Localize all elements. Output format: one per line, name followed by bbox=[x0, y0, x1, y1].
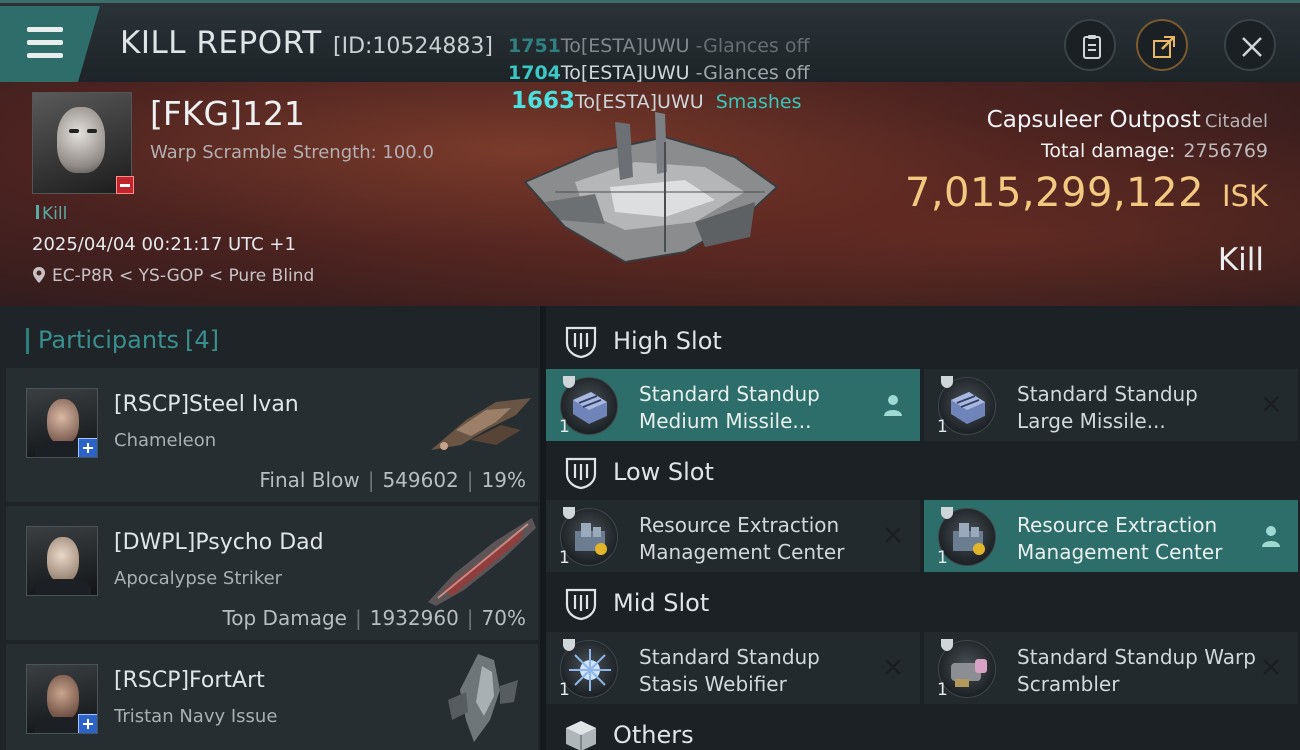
others-header: Others bbox=[546, 704, 1300, 750]
structure-module-icon bbox=[563, 639, 575, 651]
module-name: Standard Standup Medium Missile... bbox=[639, 382, 820, 433]
damage-log-entry: 1751To[ESTA]UWU -Glances off bbox=[508, 35, 810, 57]
module-slot[interactable]: 1 Resource Extraction Management Center bbox=[924, 500, 1298, 572]
participant-ship: Tristan Navy Issue bbox=[114, 706, 278, 727]
kill-result: Kill bbox=[1217, 242, 1264, 278]
participant-portrait bbox=[26, 664, 98, 734]
structure-module-icon bbox=[941, 376, 953, 388]
victim-name[interactable]: [FKG]121 bbox=[150, 94, 305, 133]
menu-icon bbox=[27, 53, 63, 58]
destroyed-x-icon bbox=[885, 527, 901, 543]
destroyed-x-icon bbox=[1263, 659, 1279, 675]
damage-log-entry: 1663To[ESTA]UWU Smashes bbox=[511, 88, 802, 114]
page-title: KILL REPORT bbox=[120, 25, 322, 61]
participant-portrait bbox=[26, 526, 98, 596]
hostile-badge-icon bbox=[116, 176, 134, 194]
participant-name: [RSCP]Steel Ivan bbox=[114, 392, 299, 417]
module-slot[interactable]: 1 Standard Standup Warp Scrambler bbox=[924, 632, 1298, 704]
person-icon bbox=[884, 395, 902, 416]
participant-ship: Apocalypse Striker bbox=[114, 568, 283, 589]
structure-module-icon bbox=[941, 639, 953, 651]
total-damage: Total damage: 2756769 bbox=[1040, 140, 1268, 162]
module-quantity: 1 bbox=[559, 548, 570, 568]
clipboard-button[interactable] bbox=[1064, 19, 1116, 71]
structure-module-icon bbox=[563, 376, 575, 388]
participant-portrait bbox=[26, 388, 98, 458]
module-slot[interactable]: 1 Standard Standup Large Missile... bbox=[924, 369, 1298, 441]
module-quantity: 1 bbox=[559, 417, 570, 437]
header-bar: KILL REPORT [ID:10524883] 1751To[ESTA]UW… bbox=[0, 0, 1300, 84]
low-slot-header: Low Slot bbox=[546, 441, 1300, 501]
friendly-badge-icon bbox=[78, 714, 97, 733]
menu-icon bbox=[27, 27, 63, 32]
destroyed-x-icon bbox=[1263, 396, 1279, 412]
menu-button[interactable] bbox=[0, 6, 100, 82]
module-name: Resource Extraction Management Center bbox=[639, 513, 845, 564]
module-name: Standard Standup Large Missile... bbox=[1017, 382, 1198, 433]
isk-value: 7,015,299,122 ISK bbox=[904, 170, 1268, 216]
ship-image bbox=[448, 654, 518, 742]
module-name: Standard Standup Stasis Webifier bbox=[639, 645, 820, 696]
fitting-panel: High Slot 1 Standard Standup Medium Miss… bbox=[546, 306, 1300, 750]
kill-datetime: 2025/04/04 00:21:17 UTC +1 bbox=[32, 234, 296, 255]
structure-name: Capsuleer Outpost Citadel bbox=[986, 107, 1268, 133]
mid-slot-icon bbox=[565, 588, 597, 621]
warp-scramble-strength: Warp Scramble Strength: 100.0 bbox=[150, 142, 434, 163]
module-quantity: 1 bbox=[937, 548, 948, 568]
person-icon bbox=[1262, 526, 1280, 547]
victim-panel: 1663To[ESTA]UWU Smashes [FKG]121 Warp Sc… bbox=[0, 82, 1300, 306]
kill-tag: Kill bbox=[36, 204, 67, 224]
citadel-structure-image bbox=[523, 112, 779, 264]
destroyed-x-icon bbox=[885, 659, 901, 675]
participants-panel: Participants [4] [RSCP]Steel Ivan Chamele… bbox=[0, 306, 540, 750]
share-button[interactable] bbox=[1136, 19, 1188, 71]
participant-stats: Final Blow | 549602 | 19% bbox=[259, 468, 526, 492]
participant-ship: Chameleon bbox=[114, 430, 217, 451]
structure-module-icon bbox=[941, 507, 953, 519]
participant-stats: Top Damage | 1932960 | 70% bbox=[222, 606, 526, 630]
module-quantity: 1 bbox=[937, 417, 948, 437]
low-slot-icon bbox=[565, 457, 597, 490]
close-button[interactable] bbox=[1224, 19, 1276, 71]
ship-image bbox=[431, 398, 531, 450]
module-slot[interactable]: 1 Standard Standup Stasis Webifier bbox=[546, 632, 920, 704]
clipboard-icon bbox=[1083, 35, 1101, 59]
participant-row[interactable]: [DWPL]Psycho Dad Apocalypse Striker Top … bbox=[6, 506, 538, 640]
location-pin-icon bbox=[33, 267, 45, 283]
close-icon bbox=[1242, 37, 1262, 57]
cargo-box-icon bbox=[566, 721, 596, 750]
high-slot-header: High Slot bbox=[546, 310, 1300, 370]
mid-slot-header: Mid Slot bbox=[546, 572, 1300, 632]
module-slot[interactable]: 1 Standard Standup Medium Missile... bbox=[546, 369, 920, 441]
participant-name: [DWPL]Psycho Dad bbox=[114, 530, 324, 555]
menu-icon bbox=[27, 40, 63, 45]
share-icon bbox=[1153, 36, 1175, 58]
kill-location[interactable]: EC-P8R < YS-GOP < Pure Blind bbox=[32, 266, 314, 286]
participant-name: [RSCP]FortArt bbox=[114, 668, 265, 693]
participant-row[interactable]: [RSCP]Steel Ivan Chameleon Final Blow | 54… bbox=[6, 368, 538, 502]
participants-title: Participants [4] bbox=[26, 326, 219, 354]
friendly-badge-icon bbox=[78, 438, 97, 457]
module-quantity: 1 bbox=[559, 680, 570, 700]
structure-module-icon bbox=[563, 507, 575, 519]
ship-image bbox=[428, 518, 536, 606]
module-name: Resource Extraction Management Center bbox=[1017, 513, 1223, 564]
damage-log-entry: 1704To[ESTA]UWU -Glances off bbox=[508, 62, 810, 84]
module-quantity: 1 bbox=[937, 680, 948, 700]
participant-row[interactable]: [RSCP]FortArt Tristan Navy Issue bbox=[6, 644, 538, 750]
report-id: [ID:10524883] bbox=[333, 34, 493, 59]
module-slot[interactable]: 1 Resource Extraction Management Center bbox=[546, 500, 920, 572]
high-slot-icon bbox=[565, 326, 597, 359]
module-name: Standard Standup Warp Scrambler bbox=[1017, 645, 1256, 696]
